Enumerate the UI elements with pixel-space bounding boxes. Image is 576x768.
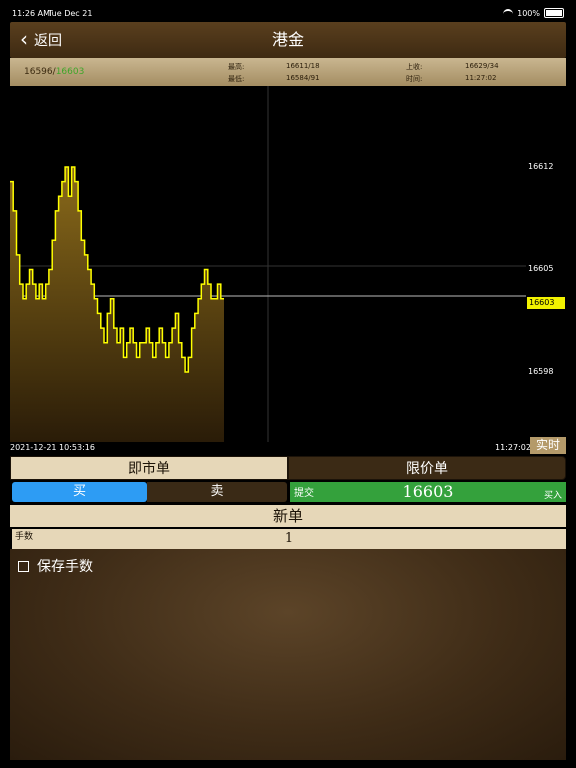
back-button[interactable]: ‹ 返回 [20,22,62,58]
back-label: 返回 [34,33,62,49]
submit-side: 买入 [543,491,562,501]
high-label: 最高: [228,63,245,71]
save-fee-checkbox[interactable]: 保存手数 [18,556,93,576]
y-tick-label: 16598 [528,367,554,376]
chart-end-time: 11:27:02 [495,443,531,452]
time-value: 11:27:02 [465,74,497,82]
chart-start-time: 2021-12-21 10:53:16 [10,443,95,452]
sell-button[interactable]: 卖 [147,482,287,502]
low-value: 16584/91 [286,74,320,82]
submit-button[interactable]: 提交 16603 买入 [290,482,566,502]
battery-percent: 100% [517,8,540,18]
y-tick-label: 16612 [528,162,554,171]
time-label: 时间: [406,75,423,83]
ask-value: 16603 [55,67,85,77]
save-fee-label: 保存手数 [37,559,93,575]
realtime-button[interactable]: 实时 [530,437,566,454]
current-price-marker: 16603 [527,297,565,309]
quote-bar: 16596/16603 最高: 16611/18 最低: 16584/91 上收… [10,58,566,86]
bid-ask: 16596/16603 [24,67,85,77]
status-date: Tue Dec 21 [48,9,93,18]
low-label: 最低: [228,75,245,83]
battery-icon [544,8,564,18]
quantity-value: 1 [284,531,294,546]
checkbox-icon [18,560,29,572]
bid-value: 16596 [24,67,53,77]
prev-close-label: 上收: [406,63,423,71]
wifi-icon [503,9,514,17]
tab-market-order[interactable]: 即市单 [10,456,288,480]
chart-svg [10,86,526,442]
leather-background [10,549,566,760]
prev-close-value: 16629/34 [465,62,499,70]
status-time: 11:26 AM [12,9,50,18]
new-order-header: 新单 [10,505,566,527]
nav-bar: 港金 ‹ 返回 [10,22,566,58]
tab-limit-order[interactable]: 限价单 [288,456,566,480]
price-area [10,167,224,442]
chevron-left-icon: ‹ [20,27,28,51]
buy-button[interactable]: 买 [12,482,147,502]
submit-price: 16603 [402,482,454,501]
price-chart[interactable]: 16612 16605 16598 16603 [10,86,566,454]
page-title: 港金 [271,30,304,49]
y-tick-label: 16605 [528,264,554,273]
high-value: 16611/18 [286,62,320,70]
quantity-field[interactable]: 手数 1 [12,529,566,549]
status-right: 100% [503,8,564,18]
